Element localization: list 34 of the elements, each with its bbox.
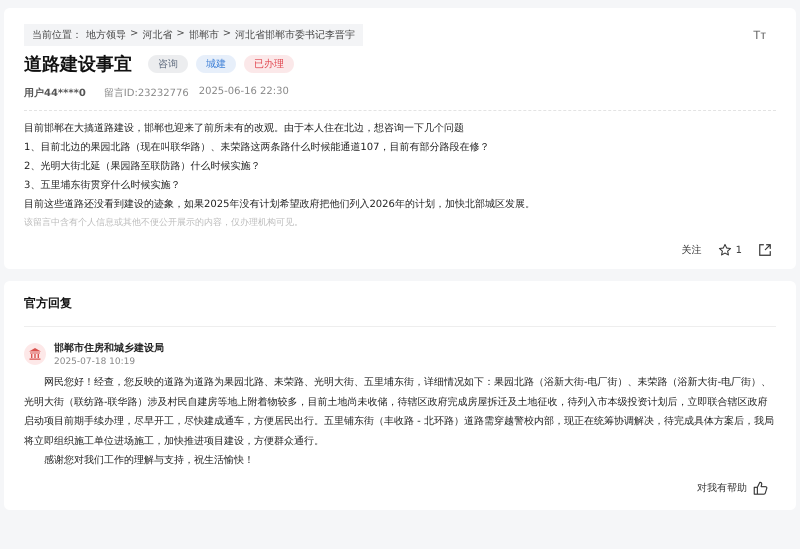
breadcrumb-separator: > [130,28,138,41]
breadcrumb-separator: > [222,28,232,41]
breadcrumb-link[interactable]: 邯郸市 [188,28,219,42]
tag: 咨询 [148,55,188,73]
like-button[interactable]: 1 [718,243,742,257]
font-size-button[interactable]: Tт [753,28,776,42]
post-time: 2025-06-16 22:30 [198,86,289,99]
breadcrumb-link[interactable]: 河北省邯郸市委书记李晋宇 [235,28,356,42]
question-text: 目前这些道路还没看到建设的迹象，如果2025年没有计划希望政府把他们列入2026年的计划，加快北部城区发展。 [24,198,536,212]
building-icon [24,343,46,365]
helpful-button[interactable]: 对我有帮助 [697,481,747,495]
reply-text: 网民您好！经查，您反映的道路为道路为果园北路、耒荣路、光明大街、五里埔东街，详细情况如下：果园北路（浴新大街-电厂街）、耒荣路（浴新大街-电厂街）、光明大街（联纺路-联华路）涉及村民自建房等地上附着物较多，目前土地尚未收储，待辖区政府完成房屋拆迁及土地征收，待列入市本级投资计划后，立即联合辖区政府启动项目前期手续办理，尽早开工，尽快建成通车，方便居民出行。五里铺东街（丰收路 - 北环路）道路需穿越警校内部，现正在统筹协调解决，待完成具体方案后，我局将立即组织施工单位进场施工，加快推进项目建设，方便群众通行。 [24,376,775,448]
reply-time: 2025-07-18 10:19 [54,357,136,367]
follow-button[interactable]: 关注 [682,243,702,257]
tag: 已办理 [244,55,294,73]
breadcrumb-separator: > [176,28,185,41]
star-icon [718,243,732,257]
reply-text: 感谢您对我们工作的理解与支持，祝生活愉快！ [43,454,255,468]
privacy-note: 该留言中含有个人信息或其他不便公开展示的内容，仅办理机构可见。 [24,216,304,230]
thumbs-up-icon[interactable] [753,480,768,496]
question-text: 1、目前北边的果园北路（现在叫联华路）、耒荣路这两条路什么时候能通道107，目前有部分路段在修？ [24,140,490,155]
department-name: 邯郸市住房和城乡建设局 [54,341,164,355]
question-text: 3、五里埔东街贯穿什么时候实施？ [24,178,182,193]
breadcrumb-link[interactable]: 河北省 [142,28,172,42]
question-text: 2、光明大街北延（果园路至联防路）什么时候实施？ [24,160,262,174]
question-text: 目前邯郸在大搞道路建设，邯郸也迎来了前所未有的改观。由于本人住在北边，想咨询一下几个问题 [24,122,465,136]
user-name: 用户44****0 [24,86,86,100]
question-title: 道路建设事宜 [24,53,132,76]
breadcrumb-link[interactable]: 地方领导 [86,28,126,42]
tag: 城建 [196,55,236,73]
message-id: 留言ID:23232776 [104,86,189,100]
breadcrumb-label: 当前位置： [32,28,82,42]
reply-heading: 官方回复 [24,295,776,327]
share-icon[interactable] [758,243,772,257]
